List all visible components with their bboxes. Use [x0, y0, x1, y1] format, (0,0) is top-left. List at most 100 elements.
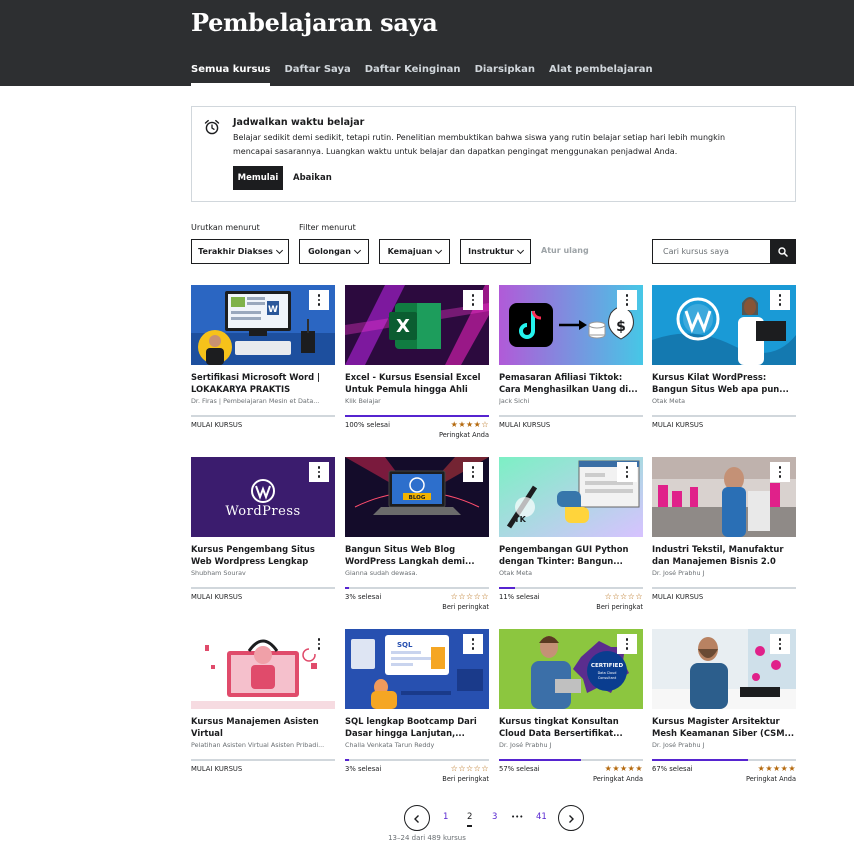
rating-label[interactable]: Beri peringkat [442, 603, 489, 611]
course-status: 67% selesai [652, 765, 693, 773]
course-card[interactable]: Industri Tekstil, Manufaktur dan Manajem… [652, 457, 796, 617]
course-instructor: Gianna sudah dewasa. [345, 569, 418, 577]
course-thumbnail[interactable] [191, 629, 335, 709]
progress-dropdown[interactable]: Kemajuan [379, 239, 450, 264]
course-status: MULAI KURSUS [652, 593, 704, 601]
more-options-button[interactable] [309, 290, 329, 310]
tk-label-text: TK [514, 515, 526, 524]
course-thumbnail[interactable]: SQL [345, 629, 489, 709]
course-thumbnail[interactable]: BLOG [345, 457, 489, 537]
course-title[interactable]: Kursus Kilat WordPress: Bangun Situs Web… [652, 371, 796, 395]
course-thumbnail[interactable] [652, 457, 796, 537]
course-thumbnail[interactable]: CERTIFIED Data Cloud Consultant [499, 629, 643, 709]
page-link[interactable]: 1 [443, 812, 448, 822]
next-page-button[interactable] [558, 805, 584, 831]
course-card[interactable]: Kursus Kilat WordPress: Bangun Situs Web… [652, 285, 796, 445]
course-instructor: Klik Belajar [345, 397, 381, 405]
progress-fill [652, 759, 749, 761]
course-title[interactable]: Kursus Manajemen Asisten Virtual [191, 715, 335, 739]
course-thumbnail[interactable] [652, 629, 796, 709]
course-title[interactable]: SQL lengkap Bootcamp Dari Dasar hingga L… [345, 715, 489, 739]
more-options-button[interactable] [770, 290, 790, 310]
chevron-down-icon [275, 246, 283, 254]
course-instructor: Dr. José Prabhu J [652, 741, 705, 749]
category-dropdown[interactable]: Golongan [299, 239, 369, 264]
course-card[interactable]: TK Pengembangan GUI Python dengan Tkinte… [499, 457, 643, 617]
rating-label[interactable]: Peringkat Anda [746, 775, 796, 783]
tab-learning-tools[interactable]: Alat pembelajaran [549, 64, 653, 87]
get-started-button[interactable]: Memulai [233, 166, 283, 190]
progress-bar [191, 587, 335, 589]
course-title[interactable]: Industri Tekstil, Manufaktur dan Manajem… [652, 543, 796, 567]
progress-bar [499, 587, 643, 589]
course-thumbnail[interactable]: W [191, 285, 335, 365]
course-status: 3% selesai [345, 593, 382, 601]
more-options-button[interactable] [463, 634, 483, 654]
course-thumbnail[interactable]: $ [499, 285, 643, 365]
course-title[interactable]: Sertifikasi Microsoft Word | LOKAKARYA P… [191, 371, 335, 395]
rating-stars[interactable]: ★★★★★ [758, 764, 796, 773]
chevron-down-icon [435, 246, 443, 254]
word-logo-text: W [268, 305, 278, 315]
more-options-button[interactable] [617, 290, 637, 310]
rating-label[interactable]: Peringkat Anda [593, 775, 643, 783]
more-options-button[interactable] [770, 634, 790, 654]
course-title[interactable]: Kursus tingkat Konsultan Cloud Data Bers… [499, 715, 643, 739]
rating-stars[interactable]: ☆☆☆☆☆ [605, 592, 643, 601]
more-options-button[interactable] [463, 290, 483, 310]
tab-wishlist[interactable]: Daftar Keinginan [365, 64, 461, 87]
course-card[interactable]: X Excel - Kursus Esensial Excel Untuk Pe… [345, 285, 489, 445]
course-title[interactable]: Excel - Kursus Esensial Excel Untuk Pemu… [345, 371, 489, 395]
chevron-down-icon [516, 246, 524, 254]
rating-label[interactable]: Peringkat Anda [439, 431, 489, 439]
course-card[interactable]: Kursus Magister Arsitektur Mesh Keamanan… [652, 629, 796, 789]
course-card[interactable]: SQL SQL lengkap Bootcamp Dari Dasar hing… [345, 629, 489, 789]
rating-stars[interactable]: ★★★★★ [605, 764, 643, 773]
more-options-button[interactable] [770, 462, 790, 482]
sort-dropdown[interactable]: Terakhir Diakses [191, 239, 289, 264]
search-icon [777, 242, 788, 261]
search-button[interactable] [770, 240, 795, 263]
course-title[interactable]: Kursus Pengembang Situs Web Wordpress Le… [191, 543, 335, 567]
search-input[interactable] [653, 240, 771, 263]
course-card[interactable]: BLOG Bangun Situs Web Blog WordPress Lan… [345, 457, 489, 617]
course-title[interactable]: Bangun Situs Web Blog WordPress Langkah … [345, 543, 489, 567]
course-card[interactable]: Kursus Manajemen Asisten Virtual Pelatih… [191, 629, 335, 789]
course-status: MULAI KURSUS [191, 765, 243, 773]
page-link-current[interactable]: 2 [467, 812, 473, 827]
results-count: 13–24 dari 489 kursus [388, 834, 466, 842]
rating-stars[interactable]: ☆☆☆☆☆ [451, 764, 489, 773]
course-thumbnail[interactable] [652, 285, 796, 365]
reset-button[interactable]: Atur ulang [541, 246, 589, 255]
course-card[interactable]: W Sertifikasi Microsoft Word | LOKAKARYA… [191, 285, 335, 445]
wordpress-logo-text: WordPress [225, 504, 300, 519]
more-options-button[interactable] [309, 462, 329, 482]
page-link[interactable]: 41 [536, 812, 547, 822]
more-options-button[interactable] [463, 462, 483, 482]
course-card[interactable]: $ Pemasaran Afiliasi Tiktok: Cara Mengha… [499, 285, 643, 445]
more-options-button[interactable] [617, 634, 637, 654]
tab-my-lists[interactable]: Daftar Saya [284, 64, 350, 87]
previous-page-button[interactable] [404, 805, 430, 831]
progress-bar [191, 415, 335, 417]
rating-stars[interactable]: ☆☆☆☆☆ [451, 592, 489, 601]
rating-stars[interactable]: ★★★★☆ [451, 420, 489, 429]
page-link[interactable]: 3 [492, 812, 497, 822]
rating-label[interactable]: Beri peringkat [442, 775, 489, 783]
tab-all-courses[interactable]: Semua kursus [191, 64, 271, 87]
course-thumbnail[interactable]: TK [499, 457, 643, 537]
dismiss-button[interactable]: Abaikan [293, 166, 332, 190]
course-title[interactable]: Pengembangan GUI Python dengan Tkinter: … [499, 543, 643, 567]
course-title[interactable]: Pemasaran Afiliasi Tiktok: Cara Menghasi… [499, 371, 643, 395]
course-card[interactable]: WordPress Kursus Pengembang Situs Web Wo… [191, 457, 335, 617]
more-options-button[interactable] [617, 462, 637, 482]
course-title[interactable]: Kursus Magister Arsitektur Mesh Keamanan… [652, 715, 796, 739]
more-options-button[interactable] [309, 634, 329, 654]
instructor-dropdown[interactable]: Instruktur [460, 239, 531, 264]
excel-logo-text: X [396, 316, 410, 337]
course-card[interactable]: CERTIFIED Data Cloud Consultant Kursus t… [499, 629, 643, 789]
tab-archived[interactable]: Diarsipkan [475, 64, 535, 87]
course-thumbnail[interactable]: WordPress [191, 457, 335, 537]
rating-label[interactable]: Beri peringkat [596, 603, 643, 611]
course-thumbnail[interactable]: X [345, 285, 489, 365]
